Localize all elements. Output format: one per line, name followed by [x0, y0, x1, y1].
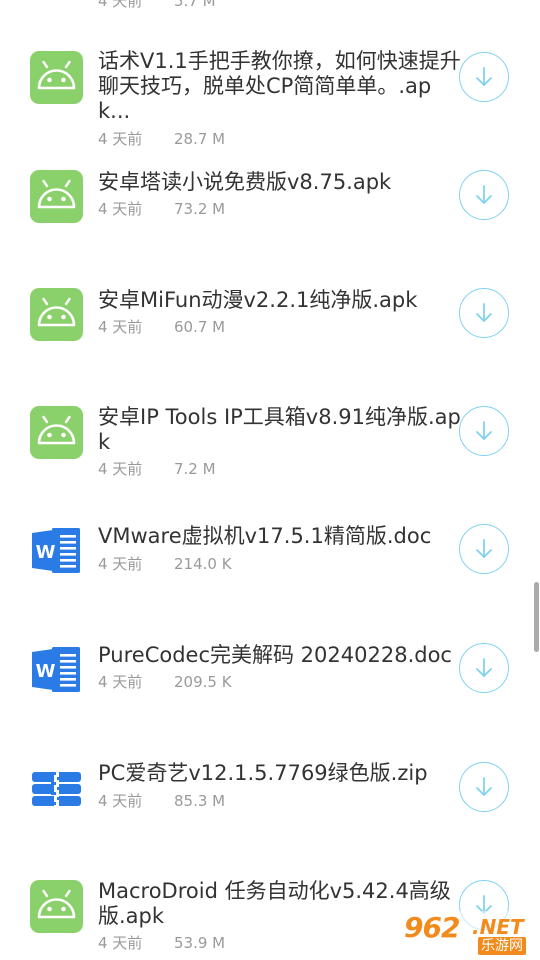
download-button[interactable] — [459, 524, 509, 574]
file-size: 5.7 M — [174, 0, 216, 10]
file-meta: 4 天前 7.2 M — [98, 460, 216, 478]
file-meta: 4 天前 209.5 K — [98, 673, 232, 691]
file-size: 7.2 M — [174, 460, 216, 478]
file-date: 4 天前 — [98, 0, 143, 10]
file-list: 4 天前 5.7 M 话术V1.1手把手教你撩，如何快速提升聊天技巧，脱单处CP… — [0, 0, 540, 960]
file-size: 53.9 M — [174, 934, 226, 952]
file-date: 4 天前 — [98, 673, 143, 691]
file-name: PC爱奇艺v12.1.5.7769绿色版.zip — [98, 761, 428, 785]
file-size: 28.7 M — [174, 130, 226, 148]
archive-icon — [30, 762, 83, 815]
android-icon — [30, 170, 83, 223]
file-date: 4 天前 — [98, 555, 143, 573]
download-arrow-icon — [471, 418, 497, 444]
file-date: 4 天前 — [98, 460, 143, 478]
site-watermark: 962 .NET 乐游网 — [400, 911, 536, 957]
word-doc-icon: W — [30, 643, 83, 696]
file-meta: 4 天前 214.0 K — [98, 555, 232, 573]
file-meta: 4 天前 60.7 M — [98, 318, 225, 336]
file-date: 4 天前 — [98, 792, 143, 810]
file-size: 60.7 M — [174, 318, 226, 336]
android-icon — [30, 51, 83, 104]
android-icon — [30, 288, 83, 341]
file-name: 安卓塔读小说免费版v8.75.apk — [98, 170, 392, 194]
download-button[interactable] — [459, 406, 509, 456]
download-arrow-icon — [471, 774, 497, 800]
file-meta: 4 天前 73.2 M — [98, 200, 225, 218]
download-arrow-icon — [471, 655, 497, 681]
download-arrow-icon — [471, 182, 497, 208]
file-name: VMware虚拟机v17.5.1精简版.doc — [98, 524, 432, 548]
download-button[interactable] — [459, 170, 509, 220]
file-meta: 4 天前 28.7 M — [98, 130, 225, 148]
watermark-number: 962 — [404, 911, 460, 944]
partial-row-meta: 4 天前 5.7 M — [98, 0, 216, 10]
word-doc-icon: W — [30, 524, 83, 577]
android-icon — [30, 406, 83, 459]
file-name: 安卓IP Tools IP工具箱v8.91纯净版.apk — [98, 405, 461, 454]
file-meta: 4 天前 53.9 M — [98, 934, 225, 952]
watermark-domain: .NET — [472, 915, 524, 939]
scrollbar-thumb[interactable] — [534, 582, 539, 652]
file-size: 73.2 M — [174, 200, 226, 218]
download-arrow-icon — [471, 64, 497, 90]
download-button[interactable] — [459, 762, 509, 812]
file-date: 4 天前 — [98, 318, 143, 336]
file-name: PureCodec完美解码 20240228.doc — [98, 643, 452, 667]
download-button[interactable] — [459, 52, 509, 102]
svg-text:W: W — [36, 542, 56, 563]
file-list-screen: 4 天前 5.7 M 话术V1.1手把手教你撩，如何快速提升聊天技巧，脱单处CP… — [0, 0, 540, 960]
svg-text:W: W — [36, 661, 56, 682]
watermark-site-name: 乐游网 — [478, 937, 526, 955]
file-date: 4 天前 — [98, 934, 143, 952]
file-date: 4 天前 — [98, 130, 143, 148]
file-size: 214.0 K — [174, 555, 232, 573]
file-size: 209.5 K — [174, 673, 232, 691]
file-name: 安卓MiFun动漫v2.2.1纯净版.apk — [98, 288, 418, 312]
file-meta: 4 天前 85.3 M — [98, 792, 225, 810]
file-date: 4 天前 — [98, 200, 143, 218]
download-arrow-icon — [471, 536, 497, 562]
download-arrow-icon — [471, 300, 497, 326]
download-button[interactable] — [459, 288, 509, 338]
download-button[interactable] — [459, 643, 509, 693]
file-name: 话术V1.1手把手教你撩，如何快速提升聊天技巧，脱单处CP简简单单。.apk..… — [98, 49, 461, 123]
android-icon — [30, 880, 83, 933]
file-size: 85.3 M — [174, 792, 226, 810]
